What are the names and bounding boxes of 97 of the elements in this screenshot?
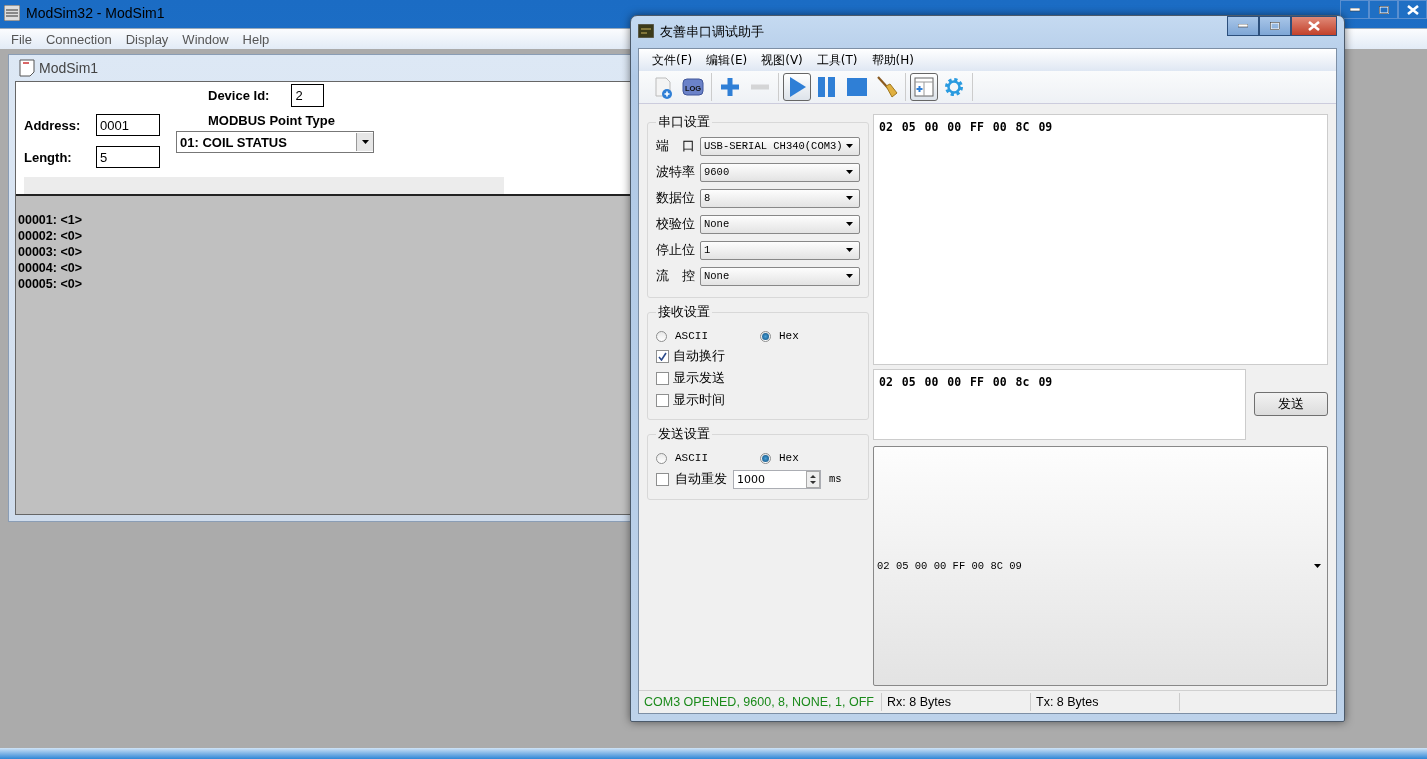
checkbox-label: 显示发送	[673, 369, 725, 387]
minimize-icon	[1349, 7, 1360, 12]
toolbar-button[interactable]	[783, 73, 811, 101]
checkbox[interactable]	[656, 349, 669, 363]
status-text: Tx: 8 Bytes	[1031, 693, 1180, 711]
dropdown[interactable]: USB-SERIAL CH340(COM3)	[700, 136, 860, 156]
maximize-button[interactable]	[1259, 16, 1291, 36]
radio-button[interactable]	[760, 452, 771, 464]
radio-label: ASCII	[675, 330, 708, 342]
add-icon	[718, 75, 742, 99]
checkbox[interactable]	[656, 472, 669, 486]
app-icon	[4, 5, 20, 21]
caret-icon	[361, 140, 369, 144]
register-value: 00004: <0>	[18, 260, 82, 276]
menu-item[interactable]: Connection	[38, 31, 119, 47]
gear-icon	[942, 75, 966, 99]
device-id-field[interactable]: 2	[291, 84, 325, 107]
caret-icon	[846, 274, 853, 278]
menu-item[interactable]: Window	[175, 31, 236, 47]
app-icon	[638, 24, 654, 38]
group-title: 接收设置	[657, 304, 711, 321]
checkbox-label: 自动重发	[675, 469, 727, 488]
caret-icon	[846, 144, 853, 148]
window-add-icon	[912, 75, 936, 99]
menu-item[interactable]: File	[4, 31, 39, 47]
window-title: ModSim32 - ModSim1	[26, 5, 165, 21]
dropdown[interactable]: None	[700, 266, 860, 286]
register-value: 00001: <1>	[18, 212, 82, 228]
caret-icon	[1314, 563, 1321, 568]
child-window-title: ModSim1	[39, 60, 99, 76]
send-text-area[interactable]: 02 05 00 00 FF 00 8c 09	[873, 368, 1246, 440]
group-title: 发送设置	[657, 426, 711, 443]
radio-button[interactable]	[656, 330, 667, 342]
minimize-button[interactable]	[1227, 16, 1259, 36]
menu-item[interactable]: Display	[118, 31, 176, 47]
field-label: 校验位	[656, 215, 696, 233]
field-label: 波特率	[656, 163, 696, 181]
menu-item[interactable]: 帮助(H)	[864, 51, 921, 69]
field-label: Address:	[24, 117, 82, 133]
menu-item[interactable]: 文件(F)	[645, 51, 700, 69]
register-value: 00003: <0>	[18, 244, 82, 260]
group-title: 串口设置	[657, 114, 711, 131]
broom-icon	[875, 75, 899, 99]
document-icon	[19, 59, 35, 77]
close-icon	[1308, 21, 1320, 31]
menu-item[interactable]: 工具(T)	[809, 51, 865, 69]
receive-text-area[interactable]: 02 05 00 00 FF 00 8C 09	[873, 114, 1328, 365]
caret-icon	[846, 222, 853, 226]
checkbox[interactable]	[656, 393, 669, 407]
interval-field[interactable]: 1000	[733, 469, 821, 489]
length-field[interactable]: 5	[96, 146, 160, 168]
close-icon	[1406, 4, 1419, 15]
register-value: 00005: <0>	[18, 276, 82, 292]
field-label: Device Id:	[208, 88, 270, 103]
dropdown[interactable]: 9600	[700, 162, 860, 182]
caret-icon	[846, 196, 853, 200]
point-type-dropdown[interactable]: 01: COIL STATUS	[176, 131, 374, 153]
menu-item[interactable]: 视图(V)	[754, 51, 810, 69]
menu-item[interactable]: 编辑(E)	[699, 51, 755, 69]
radio-label: ASCII	[675, 452, 708, 464]
checkbox-label: 自动换行	[673, 347, 725, 365]
send-button[interactable]: 发送	[1254, 392, 1328, 416]
toolbar-button[interactable]	[910, 73, 938, 101]
radio-button[interactable]	[760, 330, 771, 342]
field-label: MODBUS Point Type	[208, 113, 336, 128]
register-value: 00002: <0>	[18, 228, 82, 244]
close-button[interactable]	[1398, 0, 1427, 19]
status-text: COM3 OPENED, 9600, 8, NONE, 1, OFF	[639, 693, 882, 711]
minimize-button[interactable]	[1340, 0, 1369, 19]
caret-icon	[846, 248, 853, 252]
maximize-button[interactable]	[1369, 0, 1398, 19]
field-label: 流 控	[656, 267, 696, 285]
dropdown[interactable]: None	[700, 214, 860, 234]
spinner-icon	[806, 470, 820, 488]
field-label: Length:	[24, 149, 73, 165]
menu-item[interactable]: Help	[235, 31, 277, 47]
history-dropdown[interactable]: 02 05 00 00 FF 00 8C 09	[873, 445, 1328, 686]
dropdown[interactable]: 8	[700, 188, 860, 208]
close-button[interactable]	[1291, 16, 1337, 36]
unit-label: ms	[829, 473, 842, 485]
radio-label: Hex	[779, 330, 799, 342]
status-text: Rx: 8 Bytes	[882, 693, 1031, 711]
dropdown[interactable]: 1	[700, 240, 860, 260]
remove-icon	[748, 84, 772, 90]
window-title: 友善串口调试助手	[660, 23, 764, 41]
radio-label: Hex	[779, 452, 799, 464]
maximize-icon	[1378, 5, 1389, 14]
field-label: 停止位	[656, 241, 696, 259]
stop-icon	[845, 75, 869, 99]
caret-icon	[846, 170, 853, 174]
checkbox[interactable]	[656, 371, 669, 385]
field-label: 数据位	[656, 189, 696, 207]
maximize-icon	[1270, 22, 1280, 30]
field-label: 端 口	[656, 137, 696, 155]
radio-button[interactable]	[656, 452, 667, 464]
checkbox-label: 显示时间	[673, 391, 725, 409]
address-field[interactable]: 0001	[96, 114, 160, 136]
